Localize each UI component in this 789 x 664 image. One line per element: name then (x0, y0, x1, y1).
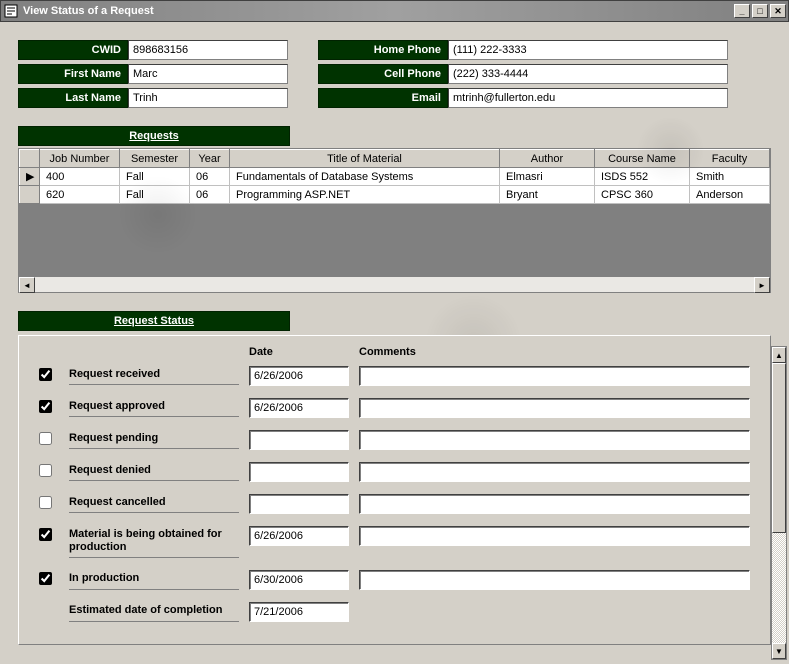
cell-title[interactable]: Fundamentals of Database Systems (230, 168, 500, 186)
status-comment-field[interactable] (359, 430, 750, 450)
cell-semester[interactable]: Fall (120, 186, 190, 204)
status-label: Request cancelled (69, 494, 239, 513)
cwid-label: CWID (18, 40, 128, 60)
status-panel: Date Comments Request received Request ap… (18, 335, 771, 645)
cwid-field[interactable] (128, 40, 288, 60)
status-checkbox[interactable] (39, 528, 52, 541)
col-faculty[interactable]: Faculty (690, 150, 770, 168)
status-comment-field[interactable] (359, 494, 750, 514)
requests-grid: Job Number Semester Year Title of Materi… (18, 148, 771, 293)
status-date-field[interactable] (249, 526, 349, 546)
requests-header: Requests (18, 126, 290, 146)
home-phone-label: Home Phone (318, 40, 448, 60)
col-semester[interactable]: Semester (120, 150, 190, 168)
completion-label: Estimated date of completion (69, 602, 239, 621)
status-comment-field[interactable] (359, 398, 750, 418)
status-date-field[interactable] (249, 398, 349, 418)
status-checkbox[interactable] (39, 496, 52, 509)
cell-course[interactable]: CPSC 360 (595, 186, 690, 204)
cell-semester[interactable]: Fall (120, 168, 190, 186)
scroll-track[interactable] (35, 277, 754, 292)
status-comment-field[interactable] (359, 462, 750, 482)
status-comment-field[interactable] (359, 526, 750, 546)
cell-faculty[interactable]: Anderson (690, 186, 770, 204)
status-checkbox[interactable] (39, 400, 52, 413)
status-checkbox[interactable] (39, 464, 52, 477)
row-marker: ▶ (20, 168, 40, 186)
status-checkbox[interactable] (39, 368, 52, 381)
cell-year[interactable]: 06 (190, 186, 230, 204)
scroll-left-button[interactable]: ◄ (19, 277, 35, 293)
status-label: Request approved (69, 398, 239, 417)
grid-empty-area (19, 204, 770, 276)
cell-author[interactable]: Bryant (500, 186, 595, 204)
email-field[interactable] (448, 88, 728, 108)
col-course[interactable]: Course Name (595, 150, 690, 168)
home-phone-field[interactable] (448, 40, 728, 60)
status-date-field[interactable] (249, 570, 349, 590)
status-date-field[interactable] (249, 430, 349, 450)
col-year[interactable]: Year (190, 150, 230, 168)
scroll-thumb[interactable] (772, 363, 786, 533)
cell-phone-label: Cell Phone (318, 64, 448, 84)
first-name-field[interactable] (128, 64, 288, 84)
col-title[interactable]: Title of Material (230, 150, 500, 168)
vertical-scrollbar[interactable]: ▲ ▼ (771, 346, 787, 660)
cell-faculty[interactable]: Smith (690, 168, 770, 186)
cell-title[interactable]: Programming ASP.NET (230, 186, 500, 204)
status-checkbox[interactable] (39, 572, 52, 585)
col-selector[interactable] (20, 150, 40, 168)
requests-table[interactable]: Job Number Semester Year Title of Materi… (19, 149, 770, 204)
cell-year[interactable]: 06 (190, 168, 230, 186)
table-row[interactable]: 620Fall06Programming ASP.NETBryantCPSC 3… (20, 186, 770, 204)
scroll-up-button[interactable]: ▲ (772, 347, 786, 363)
table-row[interactable]: ▶400Fall06Fundamentals of Database Syste… (20, 168, 770, 186)
app-icon (3, 3, 19, 19)
first-name-label: First Name (18, 64, 128, 84)
row-marker (20, 186, 40, 204)
cell-course[interactable]: ISDS 552 (595, 168, 690, 186)
status-label: Material is being obtained for productio… (69, 526, 239, 558)
status-comment-field[interactable] (359, 366, 750, 386)
comments-column-header: Comments (359, 346, 750, 358)
date-column-header: Date (249, 346, 349, 358)
cell-phone-field[interactable] (448, 64, 728, 84)
window-titlebar: View Status of a Request _ □ ✕ (0, 0, 789, 22)
status-date-field[interactable] (249, 494, 349, 514)
request-status-header: Request Status (18, 311, 290, 331)
scroll-down-button[interactable]: ▼ (772, 643, 786, 659)
window-title: View Status of a Request (23, 5, 734, 17)
status-label: Request pending (69, 430, 239, 449)
minimize-button[interactable]: _ (734, 4, 750, 18)
email-label: Email (318, 88, 448, 108)
status-date-field[interactable] (249, 366, 349, 386)
status-checkbox[interactable] (39, 432, 52, 445)
completion-date-field[interactable] (249, 602, 349, 622)
cell-job[interactable]: 400 (40, 168, 120, 186)
col-job-number[interactable]: Job Number (40, 150, 120, 168)
status-date-field[interactable] (249, 462, 349, 482)
status-comment-field[interactable] (359, 570, 750, 590)
horizontal-scrollbar[interactable]: ◄ ► (19, 276, 770, 292)
maximize-button[interactable]: □ (752, 4, 768, 18)
status-label: Request denied (69, 462, 239, 481)
table-header-row: Job Number Semester Year Title of Materi… (20, 150, 770, 168)
cell-author[interactable]: Elmasri (500, 168, 595, 186)
close-button[interactable]: ✕ (770, 4, 786, 18)
last-name-label: Last Name (18, 88, 128, 108)
col-author[interactable]: Author (500, 150, 595, 168)
status-label: In production (69, 570, 239, 589)
scroll-right-button[interactable]: ► (754, 277, 770, 293)
last-name-field[interactable] (128, 88, 288, 108)
cell-job[interactable]: 620 (40, 186, 120, 204)
status-label: Request received (69, 366, 239, 385)
